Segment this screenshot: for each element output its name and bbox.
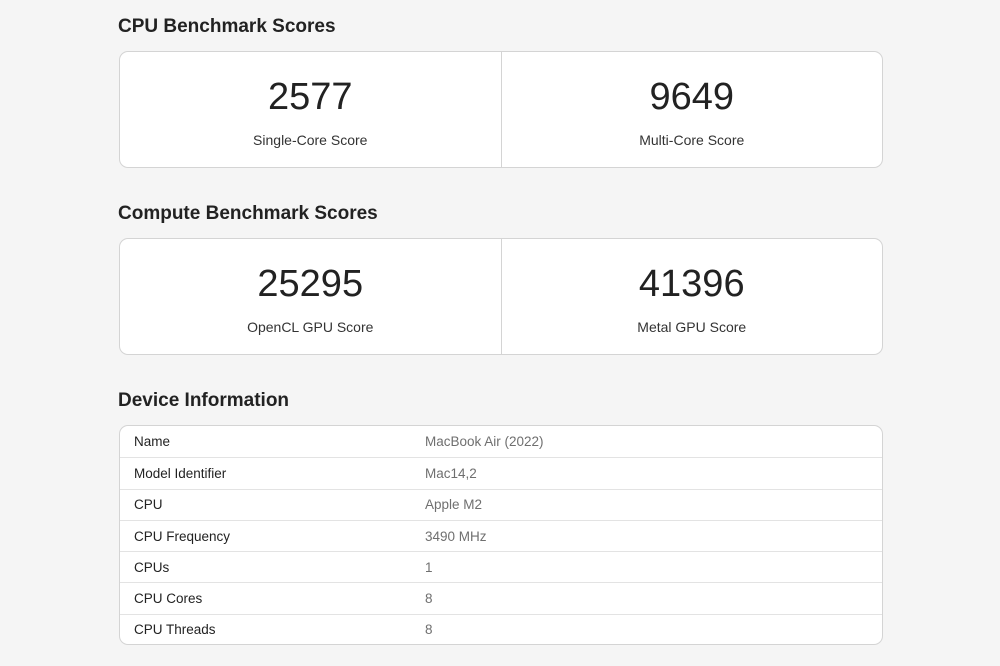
- metal-score-value: 41396: [638, 263, 745, 305]
- info-row-name: Name MacBook Air (2022): [120, 426, 882, 457]
- info-value: 1: [425, 559, 433, 575]
- cpu-score-card: 2577 Single-Core Score 9649 Multi-Core S…: [119, 51, 883, 168]
- device-info-table: Name MacBook Air (2022) Model Identifier…: [119, 425, 883, 645]
- info-key: CPU Threads: [134, 622, 216, 638]
- opencl-score-cell: 25295 OpenCL GPU Score: [120, 239, 501, 354]
- info-key: CPUs: [134, 559, 170, 575]
- single-core-score-label: Single-Core Score: [253, 132, 368, 148]
- info-key: CPU Cores: [134, 591, 203, 607]
- info-key: Model Identifier: [134, 465, 227, 481]
- single-core-score-value: 2577: [267, 76, 353, 118]
- info-row-model-identifier: Model Identifier Mac14,2: [120, 457, 882, 488]
- compute-score-card: 25295 OpenCL GPU Score 41396 Metal GPU S…: [119, 238, 883, 355]
- metal-score-cell: 41396 Metal GPU Score: [500, 239, 883, 354]
- info-key: CPU: [134, 497, 163, 513]
- device-section-title: Device Information: [118, 390, 290, 411]
- info-row-cpu-cores: CPU Cores 8: [120, 582, 882, 613]
- multi-core-score-cell: 9649 Multi-Core Score: [500, 52, 883, 167]
- info-row-cpu: CPU Apple M2: [120, 488, 882, 520]
- info-value: 8: [425, 591, 433, 607]
- info-value: 8: [425, 622, 433, 638]
- info-key: CPU Frequency: [134, 528, 231, 544]
- info-row-cpus: CPUs 1: [120, 551, 882, 582]
- metal-score-label: Metal GPU Score: [637, 319, 747, 335]
- opencl-score-value: 25295: [257, 263, 364, 305]
- info-row-cpu-threads: CPU Threads 8: [120, 613, 882, 644]
- info-value: Apple M2: [425, 497, 483, 513]
- multi-core-score-value: 9649: [649, 76, 735, 118]
- info-row-cpu-frequency: CPU Frequency 3490 MHz: [120, 519, 882, 551]
- compute-section-title: Compute Benchmark Scores: [118, 203, 378, 224]
- multi-core-score-label: Multi-Core Score: [639, 132, 745, 148]
- cpu-section-title: CPU Benchmark Scores: [118, 16, 336, 37]
- info-value: MacBook Air (2022): [425, 434, 544, 450]
- info-key: Name: [134, 434, 171, 450]
- opencl-score-label: OpenCL GPU Score: [247, 319, 374, 335]
- info-value: 3490 MHz: [425, 528, 487, 544]
- info-value: Mac14,2: [425, 465, 477, 481]
- single-core-score-cell: 2577 Single-Core Score: [120, 52, 501, 167]
